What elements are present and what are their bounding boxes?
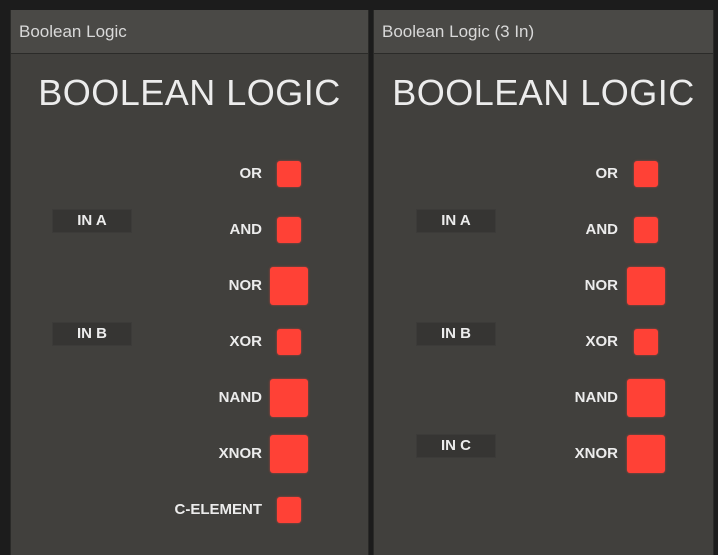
output-row-or: OR	[11, 154, 370, 194]
output-label-or: OR	[595, 165, 619, 182]
output-label-nor: NOR	[584, 277, 618, 294]
output-port-nand[interactable]	[627, 379, 665, 417]
module-title: BOOLEAN LOGIC	[38, 72, 341, 113]
output-label-and: AND	[585, 221, 619, 238]
output-port-and[interactable]	[277, 217, 301, 243]
output-port-xor[interactable]	[634, 329, 658, 355]
output-row-nor: NOR	[11, 266, 370, 306]
boolean-logic-3-in-module[interactable]: Boolean Logic (3 In) BOOLEAN LOGIC IN A …	[373, 10, 714, 555]
output-row-xnor: XNOR	[374, 434, 715, 474]
output-row-c-element: C-ELEMENT	[11, 490, 370, 530]
output-label-c-element: C-ELEMENT	[174, 501, 263, 518]
output-port-or[interactable]	[277, 161, 301, 187]
output-label-nor: NOR	[228, 277, 262, 294]
output-label-xnor: XNOR	[218, 445, 262, 462]
output-port-xnor[interactable]	[627, 435, 665, 473]
output-label-and: AND	[229, 221, 263, 238]
output-port-nand[interactable]	[270, 379, 308, 417]
output-label-xnor: XNOR	[574, 445, 618, 462]
output-row-and: AND	[374, 210, 715, 250]
output-row-xor: XOR	[11, 322, 370, 362]
output-label-xor: XOR	[585, 333, 618, 350]
output-row-nand: NAND	[11, 378, 370, 418]
output-row-xor: XOR	[374, 322, 715, 362]
output-row-nand: NAND	[374, 378, 715, 418]
output-label-xor: XOR	[229, 333, 262, 350]
output-port-nor[interactable]	[627, 267, 665, 305]
output-label-nand: NAND	[218, 389, 262, 406]
boolean-logic-module[interactable]: Boolean Logic BOOLEAN LOGIC IN A IN B OR…	[10, 10, 369, 555]
module-header[interactable]: Boolean Logic (3 In)	[374, 10, 713, 54]
output-port-and[interactable]	[634, 217, 658, 243]
output-port-c-element[interactable]	[277, 497, 301, 523]
output-port-xnor[interactable]	[270, 435, 308, 473]
module-header[interactable]: Boolean Logic	[11, 10, 368, 54]
output-row-or: OR	[374, 154, 715, 194]
output-label-or: OR	[239, 165, 263, 182]
output-port-xor[interactable]	[277, 329, 301, 355]
module-header-label: Boolean Logic (3 In)	[382, 22, 535, 41]
output-row-xnor: XNOR	[11, 434, 370, 474]
module-title: BOOLEAN LOGIC	[392, 72, 695, 113]
output-label-nand: NAND	[574, 389, 618, 406]
output-port-or[interactable]	[634, 161, 658, 187]
module-header-label: Boolean Logic	[19, 22, 127, 41]
output-row-and: AND	[11, 210, 370, 250]
output-row-nor: NOR	[374, 266, 715, 306]
output-port-nor[interactable]	[270, 267, 308, 305]
